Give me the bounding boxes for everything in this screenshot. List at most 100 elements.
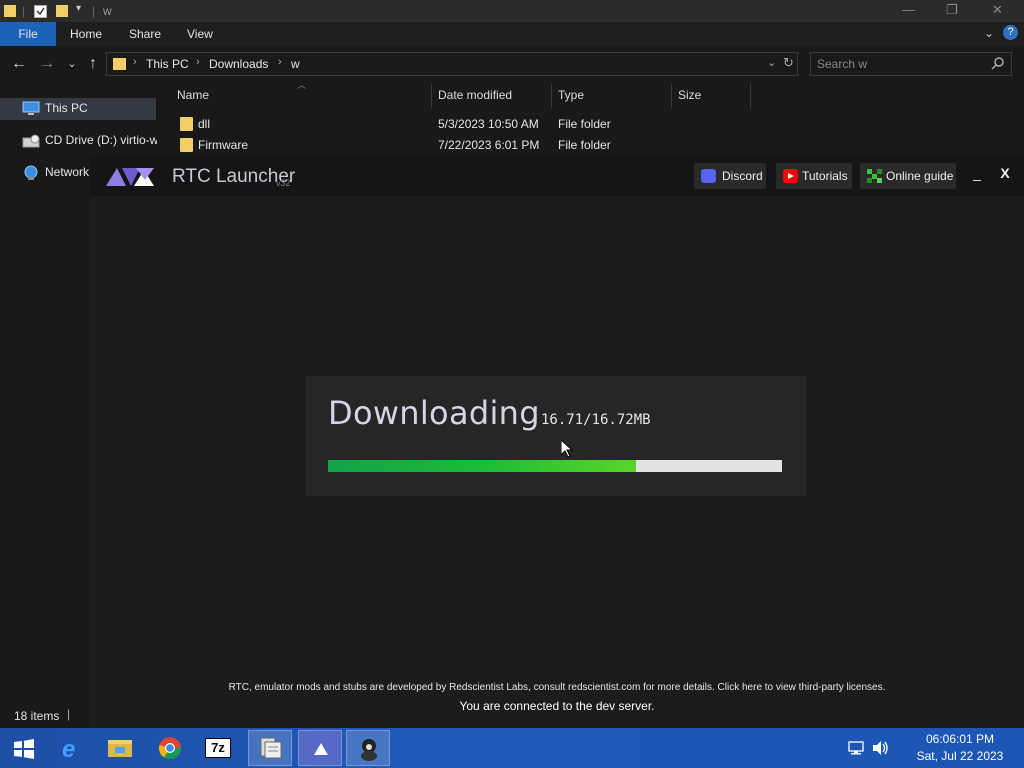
search-input[interactable] xyxy=(817,56,987,72)
download-progress-fill xyxy=(328,460,636,472)
7zip-icon: 7z xyxy=(205,738,231,758)
close-icon[interactable]: ✕ xyxy=(992,2,1003,18)
nav-item-label: This PC xyxy=(45,101,88,115)
breadcrumb-separator-icon: › xyxy=(196,56,200,68)
breadcrumb-this-pc[interactable]: This PC xyxy=(146,57,189,71)
recent-locations-icon[interactable]: ⌄ xyxy=(63,57,81,70)
search-icon[interactable] xyxy=(991,56,1005,75)
file-name: dll xyxy=(198,117,211,131)
app-icon xyxy=(359,737,379,766)
item-count: 18 items xyxy=(14,709,60,723)
computer-icon xyxy=(22,101,40,117)
file-explorer-icon xyxy=(108,738,132,763)
breadcrumb-downloads[interactable]: Downloads xyxy=(209,57,268,71)
breadcrumb-separator-icon: › xyxy=(133,56,137,68)
network-status-icon[interactable] xyxy=(848,741,866,760)
column-header-name[interactable]: Name xyxy=(177,88,209,102)
status-bar: 18 items | xyxy=(0,702,90,728)
internet-explorer-button[interactable]: e xyxy=(52,730,96,766)
documents-icon xyxy=(259,736,283,765)
online-guide-button[interactable]: Online guide xyxy=(860,163,956,189)
launcher-close-button[interactable]: X xyxy=(995,165,1015,181)
file-list: ︿ Name Date modified Type Size dll 5/3/2… xyxy=(158,80,1024,156)
column-header-type[interactable]: Type xyxy=(558,88,584,102)
nav-item-this-pc[interactable]: This PC xyxy=(0,98,156,120)
rtc-launcher-window: RTC Launcher v32 Discord Tutorials Onlin… xyxy=(90,156,1024,728)
window-title: w xyxy=(103,4,112,18)
clock-time: 06:06:01 PM xyxy=(925,732,995,746)
file-name: Firmware xyxy=(198,138,248,152)
app-button[interactable] xyxy=(346,730,390,766)
help-icon[interactable]: ? xyxy=(1003,25,1018,40)
restore-icon[interactable]: ❐ xyxy=(946,2,958,18)
guide-icon xyxy=(867,169,882,183)
tab-home[interactable]: Home xyxy=(70,22,102,46)
file-row[interactable]: dll 5/3/2023 10:50 AM File folder xyxy=(172,114,772,134)
download-panel: Downloading 16.71/16.72MB xyxy=(306,376,806,496)
file-type: File folder xyxy=(558,117,611,131)
minimize-icon[interactable]: — xyxy=(902,2,915,17)
nav-item-cd-drive[interactable]: CD Drive (D:) virtio-w xyxy=(0,130,157,152)
customize-quick-access-icon[interactable]: ▾ xyxy=(76,3,81,14)
ribbon-tabs: File Home Share View ⌄ ? xyxy=(0,22,1024,46)
cd-drive-icon xyxy=(22,133,40,149)
file-date: 5/3/2023 10:50 AM xyxy=(438,117,539,131)
new-folder-icon[interactable] xyxy=(56,4,68,21)
launcher-header: RTC Launcher v32 Discord Tutorials Onlin… xyxy=(90,156,1024,196)
ribbon-expand-icon[interactable]: ⌄ xyxy=(984,26,994,40)
download-progress-bar xyxy=(328,460,782,472)
download-heading: Downloading xyxy=(328,394,540,432)
column-header-date-modified[interactable]: Date modified xyxy=(438,88,512,102)
file-type: File folder xyxy=(558,138,611,152)
forward-arrow-icon[interactable]: → xyxy=(38,55,56,73)
rtc-launcher-button[interactable] xyxy=(298,730,342,766)
address-bar[interactable]: › This PC › Downloads › w ⌄ ↻ xyxy=(106,52,798,76)
folder-icon xyxy=(4,4,16,21)
7zip-button[interactable]: 7z xyxy=(196,730,240,766)
rtc-logo-icon xyxy=(106,166,156,193)
license-notice-link[interactable]: RTC, emulator mods and stubs are develop… xyxy=(90,682,1024,693)
folder-icon xyxy=(180,117,193,131)
clock-date: Sat, Jul 22 2023 xyxy=(916,749,1004,763)
up-arrow-icon[interactable]: ↑ xyxy=(84,55,102,73)
documents-button[interactable] xyxy=(248,730,292,766)
download-size: 16.71/16.72MB xyxy=(541,412,651,428)
launcher-version: v32 xyxy=(276,178,291,188)
address-row: ← → ⌄ ↑ › This PC › Downloads › w ⌄ ↻ xyxy=(0,48,1024,80)
online-guide-label: Online guide xyxy=(886,169,954,183)
youtube-icon xyxy=(783,169,798,183)
file-explorer-button[interactable] xyxy=(98,730,142,766)
breadcrumb-w[interactable]: w xyxy=(291,57,300,71)
back-arrow-icon[interactable]: ← xyxy=(10,55,28,73)
discord-icon xyxy=(701,169,716,183)
folder-icon xyxy=(113,57,126,76)
folder-icon xyxy=(180,138,193,152)
explorer-title-bar: | ▾ | w — ❐ ✕ xyxy=(0,0,1024,22)
system-clock[interactable]: 06:06:01 PM Sat, Jul 22 2023 xyxy=(900,731,1020,765)
connection-status: You are connected to the dev server. xyxy=(459,699,655,713)
breadcrumb-separator-icon: › xyxy=(278,56,282,68)
file-row[interactable]: Firmware 7/22/2023 6:01 PM File folder xyxy=(172,135,772,155)
chrome-icon xyxy=(158,736,182,765)
start-button[interactable] xyxy=(2,730,46,766)
tab-share[interactable]: Share xyxy=(129,22,161,46)
discord-label: Discord xyxy=(722,169,763,183)
mouse-cursor-icon xyxy=(560,438,574,463)
search-box[interactable] xyxy=(810,52,1012,76)
nav-item-label: CD Drive (D:) virtio-w xyxy=(45,133,157,147)
chrome-button[interactable] xyxy=(148,730,192,766)
taskbar: e 7z 06:06:01 PM Sat, Jul 22 2023 xyxy=(0,728,1024,768)
column-header-size[interactable]: Size xyxy=(678,88,701,102)
refresh-icon[interactable]: ↻ xyxy=(783,55,794,71)
tutorials-button[interactable]: Tutorials xyxy=(776,163,852,189)
address-dropdown-icon[interactable]: ⌄ xyxy=(767,56,776,69)
start-icon xyxy=(14,739,34,764)
tutorials-label: Tutorials xyxy=(802,169,848,183)
discord-button[interactable]: Discord xyxy=(694,163,766,189)
tab-view[interactable]: View xyxy=(187,22,213,46)
tab-file[interactable]: File xyxy=(0,22,56,46)
launcher-minimize-button[interactable]: _ xyxy=(967,165,987,181)
volume-icon[interactable] xyxy=(872,740,890,761)
properties-icon[interactable] xyxy=(34,4,47,21)
sort-ascending-icon: ︿ xyxy=(297,80,307,90)
